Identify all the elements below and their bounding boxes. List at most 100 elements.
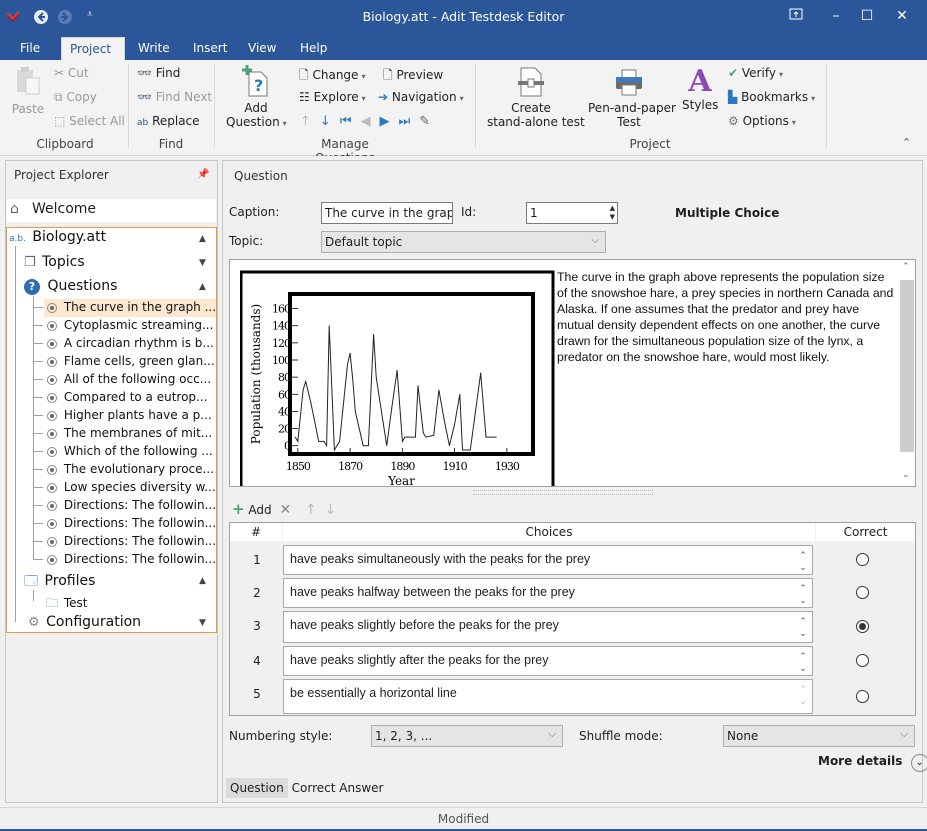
choice-scroll-arrows[interactable]: ⌃ ⌄ [796,615,810,639]
column-header-choices[interactable]: Choices [283,523,815,541]
find-button[interactable]: 👓 Find [137,66,180,80]
splitter-handle[interactable] [473,490,653,495]
question-list-item[interactable]: All of the following occ... [44,371,216,389]
question-list-item[interactable]: The evolutionary proce... [44,461,216,479]
minimize-icon[interactable]: – [821,5,851,27]
choice-scroll-arrows[interactable]: ⌃ ⌄ [796,582,810,606]
column-header-num[interactable]: # [230,523,282,541]
move-up-icon[interactable]: ↑ [305,502,317,518]
question-list-item[interactable]: The curve in the graph ... [44,299,216,317]
select-all-button[interactable]: ⬚ Select All [54,114,125,128]
maximize-icon[interactable]: ☐ [852,5,882,27]
id-input[interactable]: 1 ▲ ▼ [526,202,618,224]
question-list-item[interactable]: Directions: The followin... [44,551,216,569]
tab-view[interactable]: View [240,37,284,60]
close-icon[interactable]: ✕ [887,5,917,27]
previous-icon[interactable]: ◀ [361,114,380,129]
caption-input[interactable]: The curve in the graph above [321,202,453,224]
question-scrollbar[interactable]: ⌃ ⌄ [899,260,915,486]
create-standalone-button[interactable]: Create stand-alone test [487,66,585,129]
question-list-item[interactable]: Flame cells, green glan... [44,353,216,371]
change-button[interactable]: 🗋 Change ▾ [299,66,365,87]
question-list-item[interactable]: Directions: The followin... [44,497,216,515]
choice-scroll-arrows[interactable]: ⌃ ⌄ [796,650,810,674]
options-button[interactable]: ⚙ Options ▾ [728,114,796,128]
topic-select[interactable]: Default topic ⌵ [321,231,606,253]
last-icon[interactable]: ⏭ [399,114,420,129]
cut-button[interactable]: ✂ Cut [54,66,89,80]
copy-button[interactable]: ⧉ Copy [54,90,97,105]
correct-radio[interactable] [856,690,869,703]
scroll-down-icon[interactable]: ⌄ [902,470,910,480]
styles-button[interactable]: A Styles [682,66,718,113]
edit-icon[interactable]: ✎ [419,114,439,129]
correct-radio[interactable] [856,586,869,599]
collapse-icon[interactable]: ▲ [199,282,206,292]
tab-insert[interactable]: Insert [185,37,235,60]
correct-radio[interactable] [856,654,869,667]
tree-profile-test[interactable]: 🗀 Test [46,594,87,615]
tab-write[interactable]: Write [130,37,178,60]
question-list-item[interactable]: Higher plants have a p... [44,407,216,425]
expand-icon[interactable]: ▼ [199,258,206,268]
shuffle-mode-select[interactable]: None ⌵ [723,725,915,747]
add-choice-button[interactable]: + Add [232,500,272,518]
tree-project[interactable]: a.b. Biology.att [9,229,106,245]
id-spinner[interactable]: ▲ ▼ [610,204,615,222]
tree-topics[interactable]: ❐ Topics [24,254,85,270]
question-list-item[interactable]: Which of the following ... [44,443,216,461]
question-list-item[interactable]: The membranes of mit... [44,425,216,443]
column-header-correct[interactable]: Correct [816,523,915,541]
collapse-ribbon-icon[interactable]: ⌃ [902,136,911,149]
paste-button[interactable]: Paste [10,66,46,116]
preview-button[interactable]: 🗋 Preview [383,66,443,87]
choice-scroll-arrows[interactable]: ⌃ ⌄ [796,549,810,573]
choice-text-input[interactable]: be essentially a horizontal line ⌃ ⌄ [283,679,813,714]
bookmarks-button[interactable]: ▙ Bookmarks ▾ [728,90,815,104]
choice-text-input[interactable]: have peaks slightly after the peaks for … [283,646,813,676]
collapse-icon[interactable]: ▲ [199,234,206,244]
add-question-button[interactable]: ? Add Question ▾ [226,64,287,129]
first-icon[interactable]: ⏮ [340,114,361,129]
choice-text-input[interactable]: have peaks halfway between the peaks for… [283,578,813,608]
scroll-up-icon[interactable]: ⌃ [902,262,910,272]
delete-choice-icon[interactable]: ✕ [279,502,291,518]
scroll-thumb[interactable] [900,280,914,452]
tab-project[interactable]: Project [61,37,125,60]
choice-text-input[interactable]: have peaks slightly before the peaks for… [283,611,813,643]
question-list-item[interactable]: Directions: The followin... [44,533,216,551]
question-list-item[interactable]: Compared to a eutrop... [44,389,216,407]
tab-help[interactable]: Help [292,37,335,60]
move-up-icon[interactable]: ↑ [300,114,320,129]
pin-icon[interactable]: 📌 [197,169,209,180]
choice-text-input[interactable]: have peaks simultaneously with the peaks… [283,545,813,575]
next-icon[interactable]: ▶ [380,114,399,129]
tree-configuration[interactable]: ⚙ Configuration [28,614,141,630]
tree-questions[interactable]: ? Questions [24,278,117,295]
welcome-item[interactable]: ⌂ Welcome [7,199,216,222]
tab-file[interactable]: File [12,37,48,60]
explore-button[interactable]: ☷ Explore ▾ [299,90,366,104]
question-list-item[interactable]: A circadian rhythm is b... [44,335,216,353]
verify-button[interactable]: ✔ Verify ▾ [728,66,783,80]
more-details-button[interactable]: More details ⌄ [818,754,927,772]
numbering-style-select[interactable]: 1, 2, 3, ... ⌵ [371,725,563,747]
tab-correct-answer[interactable]: Correct Answer [288,778,388,798]
question-list-item[interactable]: Cytoplasmic streaming... [44,317,216,335]
collapse-icon[interactable]: ▲ [199,576,206,586]
choice-scroll-arrows[interactable]: ⌃ ⌄ [796,683,810,707]
move-down-icon[interactable]: ↓ [325,502,337,518]
tree-profiles[interactable]: 🗔 Profiles [24,572,95,594]
correct-radio[interactable] [856,553,869,566]
question-list-item[interactable]: Low species diversity w... [44,479,216,497]
pen-and-paper-button[interactable]: Pen-and-paper Test [588,66,676,129]
find-next-button[interactable]: 👓 Find Next [137,90,212,104]
move-down-icon[interactable]: ↓ [320,114,340,129]
replace-button[interactable]: ab Replace [137,114,200,128]
expand-icon[interactable]: ▼ [199,618,206,628]
navigation-button[interactable]: ➔ Navigation ▾ [378,90,464,104]
correct-radio[interactable] [856,620,869,633]
tab-question[interactable]: Question [226,778,288,798]
restore-ribbon-icon[interactable] [781,5,811,27]
question-list-item[interactable]: Directions: The followin... [44,515,216,533]
